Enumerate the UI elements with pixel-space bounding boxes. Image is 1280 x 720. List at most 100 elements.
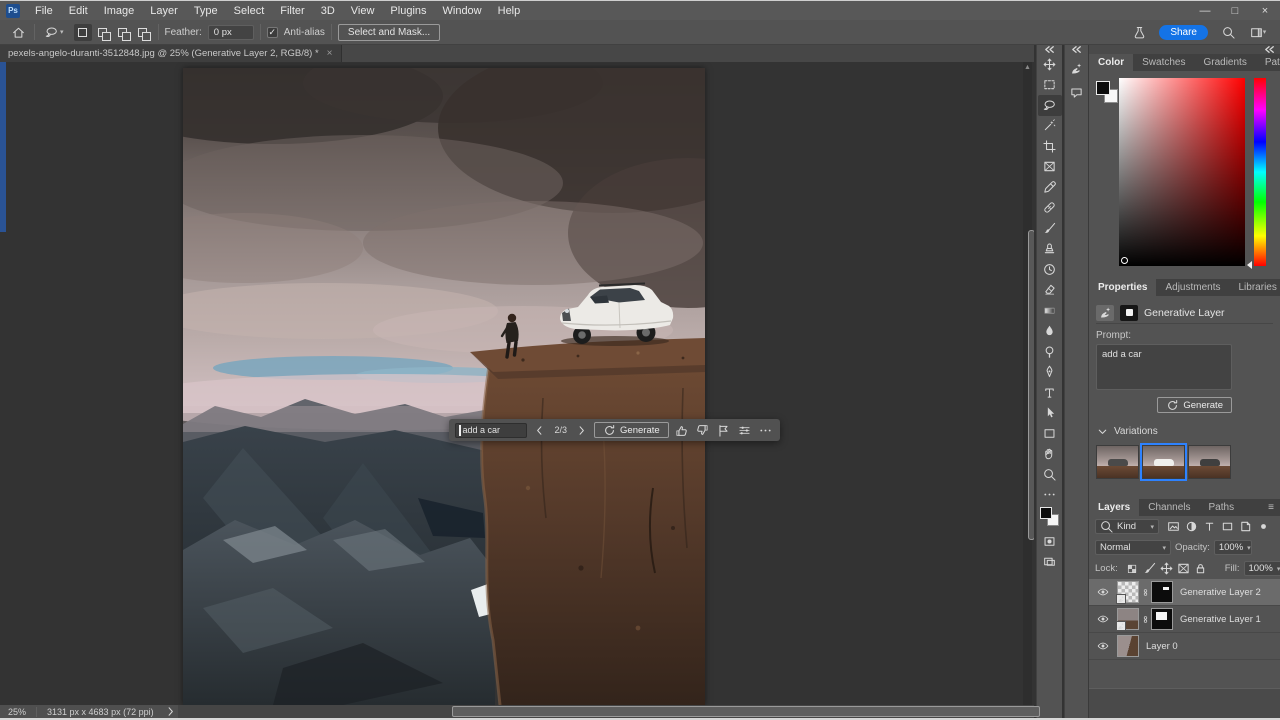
filter-smart-object-icon[interactable] (1239, 520, 1252, 533)
blend-mode-select[interactable]: Normal ▾ (1095, 540, 1171, 555)
screen-mode-button[interactable] (1038, 552, 1062, 573)
next-variation-button[interactable] (573, 421, 590, 439)
color-tab-patterns[interactable]: Patterns (1256, 54, 1280, 71)
share-button[interactable]: Share (1159, 24, 1208, 40)
layer-filter-select[interactable]: Kind ▾ (1095, 519, 1159, 534)
color-tab-swatches[interactable]: Swatches (1133, 54, 1194, 71)
vertical-scrollbar[interactable]: ▲ (1023, 62, 1034, 705)
layers-tab-layers[interactable]: Layers (1089, 499, 1140, 516)
properties-tab-libraries[interactable]: Libraries (1230, 279, 1280, 296)
settings-sliders-icon[interactable] (736, 421, 753, 439)
collapse-panels-icon[interactable] (1065, 45, 1088, 54)
active-tool-preset[interactable]: ▾ (41, 24, 68, 41)
layer-row-layer-0[interactable]: Layer 0 (1089, 633, 1280, 660)
new-selection-button[interactable] (73, 23, 92, 41)
opacity-field[interactable]: 100% ▾ (1213, 540, 1252, 555)
filter-adjustment-icon[interactable] (1185, 520, 1198, 533)
menu-type[interactable]: Type (187, 3, 225, 19)
menu-view[interactable]: View (344, 3, 382, 19)
dodge-tool[interactable] (1038, 341, 1062, 362)
frame-tool[interactable] (1038, 157, 1062, 178)
subtract-from-selection-button[interactable] (114, 24, 132, 41)
horizontal-scrollbar[interactable] (177, 705, 1040, 718)
menu-filter[interactable]: Filter (273, 3, 311, 19)
horizontal-scrollbar-thumb[interactable] (451, 706, 1040, 717)
visibility-eye-icon[interactable] (1093, 640, 1113, 652)
saturation-brightness-field[interactable] (1119, 78, 1245, 266)
document-tab[interactable]: pexels-angelo-duranti-3512848.jpg @ 25% … (0, 45, 342, 62)
blur-tool[interactable] (1038, 321, 1062, 342)
layer-mask-thumbnail[interactable] (1151, 581, 1173, 603)
more-options-icon[interactable] (757, 421, 774, 439)
add-to-selection-button[interactable] (94, 24, 112, 41)
hand-tool[interactable] (1038, 444, 1062, 465)
color-tab-gradients[interactable]: Gradients (1194, 54, 1255, 71)
type-tool[interactable] (1038, 382, 1062, 403)
report-flag-icon[interactable] (715, 421, 732, 439)
filter-type-icon[interactable] (1203, 520, 1216, 533)
properties-generate-button[interactable]: Generate (1157, 397, 1232, 413)
more-tool[interactable] (1038, 485, 1062, 506)
lock-artboard-icon[interactable] (1177, 562, 1190, 575)
layer-row-generative-layer-1[interactable]: Generative Layer 1 (1089, 606, 1280, 633)
brush-tool[interactable] (1038, 218, 1062, 239)
layer-thumbnail[interactable] (1117, 635, 1139, 657)
zoom-tool[interactable] (1038, 464, 1062, 485)
lock-all-icon[interactable] (1194, 562, 1207, 575)
clone-stamp-tool[interactable] (1038, 239, 1062, 260)
prompt-input[interactable]: add a car (455, 422, 528, 438)
zoom-level-field[interactable]: 25% (0, 706, 38, 717)
comments-panel-icon[interactable] (1067, 82, 1087, 102)
menu-help[interactable]: Help (491, 3, 528, 19)
eraser-tool[interactable] (1038, 280, 1062, 301)
menu-file[interactable]: File (28, 3, 60, 19)
menu-layer[interactable]: Layer (143, 3, 185, 19)
menu-image[interactable]: Image (97, 3, 142, 19)
collapse-dock-icon[interactable] (1089, 45, 1280, 54)
thumbs-down-icon[interactable] (694, 421, 711, 439)
variation-thumbnail-1[interactable] (1096, 445, 1139, 479)
variation-thumbnail-3[interactable] (1188, 445, 1231, 479)
layer-thumbnail[interactable] (1116, 581, 1139, 604)
generate-button[interactable]: Generate (594, 422, 669, 438)
menu-select[interactable]: Select (227, 3, 272, 19)
lock-transparency-icon[interactable] (1126, 562, 1139, 575)
color-tab-color[interactable]: Color (1089, 54, 1134, 71)
foreground-color[interactable] (1096, 81, 1110, 95)
maximize-button[interactable]: □ (1220, 1, 1250, 20)
layers-panel-menu-icon[interactable]: ≡ (1268, 502, 1280, 513)
scroll-up-icon[interactable]: ▲ (1023, 64, 1032, 71)
eyedropper-tool[interactable] (1038, 177, 1062, 198)
healing-brush-tool[interactable] (1038, 198, 1062, 219)
collapse-toolbar-icon[interactable] (1037, 45, 1062, 54)
variation-thumbnail-2[interactable] (1140, 443, 1187, 481)
pen-tool[interactable] (1038, 362, 1062, 383)
quick-selection-tool[interactable] (1038, 116, 1062, 137)
filter-shape-icon[interactable] (1221, 520, 1234, 533)
menu-3d[interactable]: 3D (314, 3, 342, 19)
feather-input[interactable]: 0 px (207, 24, 254, 40)
canvas-image[interactable] (103, 62, 808, 705)
color-cursor[interactable] (1121, 257, 1128, 264)
vertical-scrollbar-thumb[interactable] (1028, 230, 1034, 540)
layer-row-generative-layer-2[interactable]: Generative Layer 2 (1089, 579, 1280, 606)
previous-variation-button[interactable] (531, 421, 548, 439)
close-button[interactable]: × (1250, 1, 1280, 20)
layers-tab-paths[interactable]: Paths (1200, 499, 1244, 516)
foreground-color-swatch[interactable] (1039, 507, 1052, 519)
generative-fill-panel-icon[interactable] (1067, 58, 1087, 78)
lock-position-icon[interactable] (1160, 562, 1173, 575)
variations-toggle[interactable]: Variations (1096, 425, 1273, 438)
layer-mask-thumbnail[interactable] (1151, 608, 1173, 630)
menu-plugins[interactable]: Plugins (383, 3, 433, 19)
rectangle-tool[interactable] (1038, 423, 1062, 444)
workspace-switcher[interactable]: ▾ (1248, 23, 1268, 41)
menu-window[interactable]: Window (436, 3, 489, 19)
search-icon[interactable] (1218, 23, 1238, 41)
prompt-textarea[interactable]: add a car (1096, 344, 1232, 390)
hue-slider[interactable] (1254, 78, 1266, 266)
layer-mask-link-icon[interactable] (1139, 588, 1151, 597)
lasso-tool[interactable] (1037, 95, 1062, 116)
home-icon[interactable] (8, 23, 28, 41)
select-and-mask-button[interactable]: Select and Mask... (337, 23, 441, 41)
